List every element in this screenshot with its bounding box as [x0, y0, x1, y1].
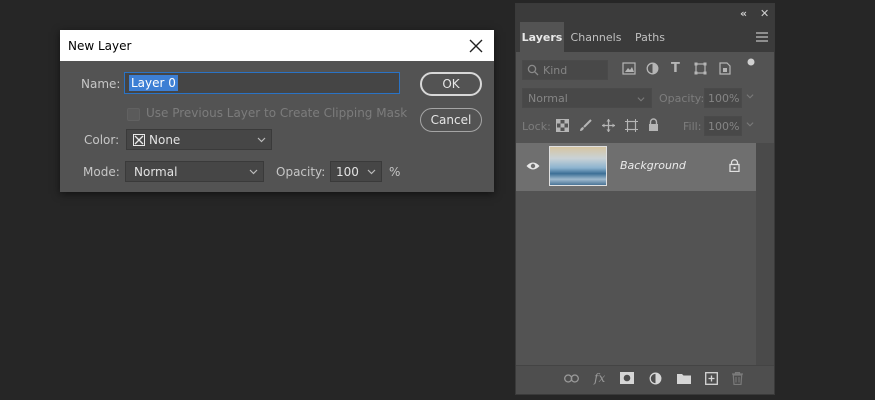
opacity-chevron-icon[interactable]: [746, 92, 754, 100]
layer-row-background[interactable]: Background: [516, 143, 756, 191]
opacity-unit: %: [389, 165, 401, 179]
panel-opacity-label: Opacity:: [659, 92, 705, 105]
new-adjustment-layer-icon[interactable]: [649, 372, 662, 385]
fill-value: 100%: [708, 119, 740, 133]
no-color-icon: [133, 133, 145, 146]
cancel-button-label: Cancel: [430, 113, 472, 127]
mode-select[interactable]: Normal: [125, 161, 264, 182]
chevron-down-icon: [637, 97, 645, 102]
mode-value: Normal: [134, 164, 178, 179]
opacity-value: 100: [336, 164, 359, 179]
mode-label: Mode:: [83, 165, 120, 179]
new-layer-icon[interactable]: [705, 372, 718, 385]
lock-icon: [729, 159, 740, 172]
panel-top-bar: « ✕: [516, 4, 774, 22]
panel-opacity-field[interactable]: 100%: [704, 88, 742, 108]
color-select[interactable]: None: [126, 129, 272, 150]
new-layer-dialog: New Layer Name: Layer 0 Use Previous Lay…: [60, 30, 494, 192]
tab-label: Channels: [570, 30, 622, 44]
new-group-folder-icon[interactable]: [677, 373, 691, 384]
clipping-mask-checkbox[interactable]: [127, 108, 140, 121]
color-label: Color:: [84, 133, 120, 147]
fill-field[interactable]: 100%: [704, 116, 742, 136]
kind-filter-select[interactable]: Kind: [522, 60, 608, 80]
tab-label: Paths: [635, 30, 665, 44]
add-mask-icon[interactable]: [620, 372, 634, 384]
shape-layer-filter-icon[interactable]: [694, 62, 707, 75]
ok-button[interactable]: OK: [420, 72, 482, 96]
tab-paths[interactable]: Paths: [630, 22, 670, 52]
lock-transparent-pixels-icon[interactable]: [556, 119, 569, 132]
tab-label: Layers: [521, 30, 563, 44]
blend-mode-select[interactable]: Normal: [522, 88, 652, 108]
search-icon: [527, 64, 539, 76]
collapse-panel-icon[interactable]: «: [740, 7, 747, 20]
layers-panel: « ✕ Layers Channels Paths Kind T Normal …: [515, 3, 775, 395]
dialog-body: Name: Layer 0 Use Previous Layer to Crea…: [60, 30, 494, 192]
layer-style-fx-icon[interactable]: fx: [594, 371, 605, 385]
layer-thumbnail: [549, 146, 607, 186]
tab-layers[interactable]: Layers: [520, 22, 564, 52]
panel-opacity-value: 100%: [708, 91, 740, 105]
layer-name-input[interactable]: Layer 0: [124, 72, 400, 94]
delete-layer-trash-icon[interactable]: [732, 372, 743, 385]
filter-toggle-icon[interactable]: [746, 57, 756, 67]
clipping-mask-label: Use Previous Layer to Create Clipping Ma…: [146, 106, 408, 120]
fill-label: Fill:: [683, 120, 702, 133]
eye-visibility-icon[interactable]: [526, 161, 540, 171]
lock-image-pixels-icon[interactable]: [579, 119, 592, 132]
lock-label: Lock:: [522, 120, 551, 133]
smart-object-filter-icon[interactable]: [719, 62, 731, 75]
color-value: None: [149, 132, 181, 147]
opacity-field[interactable]: 100: [330, 161, 382, 182]
link-layers-icon[interactable]: [564, 374, 579, 383]
lock-all-icon[interactable]: [648, 118, 659, 132]
panel-menu-icon[interactable]: [756, 32, 768, 42]
tab-channels[interactable]: Channels: [566, 22, 626, 52]
chevron-down-icon: [257, 137, 266, 143]
close-panel-icon[interactable]: ✕: [760, 7, 769, 20]
panel-tabs: Layers Channels Paths: [516, 22, 774, 52]
chevron-down-icon[interactable]: [367, 167, 376, 176]
opacity-label: Opacity:: [276, 165, 326, 179]
layers-scrollbar[interactable]: [756, 143, 774, 369]
ok-button-label: OK: [442, 77, 460, 91]
panel-bottom-bar: fx: [516, 365, 774, 394]
type-layer-filter-icon[interactable]: T: [671, 61, 680, 76]
pixel-layer-filter-icon[interactable]: [622, 62, 636, 75]
lock-artboard-icon[interactable]: [625, 119, 638, 132]
blend-mode-value: Normal: [528, 91, 568, 105]
chevron-down-icon: [249, 169, 258, 175]
name-label: Name:: [81, 77, 121, 91]
cancel-button[interactable]: Cancel: [420, 108, 482, 132]
layer-name-value: Layer 0: [129, 75, 178, 91]
lock-position-icon[interactable]: [602, 119, 615, 132]
kind-label: Kind: [543, 63, 568, 77]
fill-chevron-icon[interactable]: [746, 120, 754, 128]
adjustment-layer-filter-icon[interactable]: [646, 62, 659, 75]
layer-name: Background: [620, 159, 686, 172]
